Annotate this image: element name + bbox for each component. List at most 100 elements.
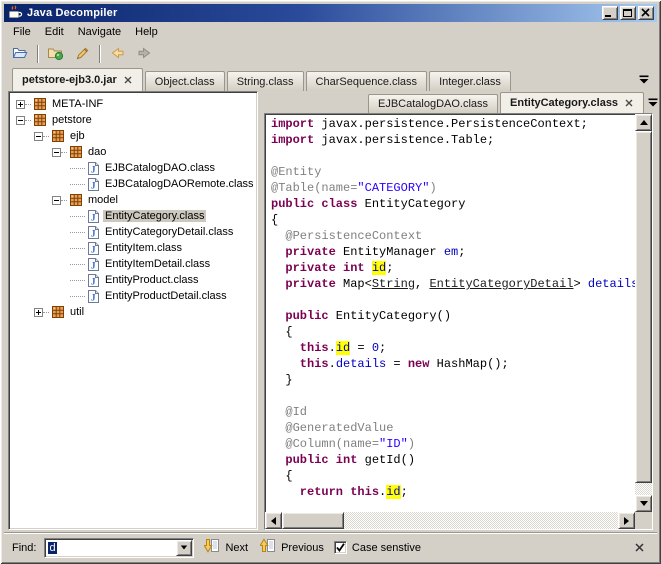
find-label: Find: — [12, 542, 36, 554]
tree-item[interactable]: JEntityProduct.class — [10, 272, 256, 288]
back-icon — [109, 45, 127, 64]
find-next-button[interactable]: Next — [202, 536, 250, 559]
code-line: import javax.persistence.PersistenceCont… — [271, 116, 635, 132]
menu-bar: FileEditNavigateHelp — [4, 22, 657, 41]
forward-button[interactable] — [131, 42, 157, 66]
tree-item[interactable]: JEntityCategory.class — [10, 208, 256, 224]
scroll-down-button[interactable] — [635, 495, 652, 512]
package-tree-panel: META-INF petstore ejb daoJEJBCatalogDAO.cla… — [8, 91, 258, 530]
code-line: private int id; — [271, 260, 635, 276]
jar-tab[interactable]: Object.class — [145, 71, 225, 91]
find-input[interactable]: d — [44, 538, 194, 558]
back-button[interactable] — [105, 42, 131, 66]
code-line: private EntityManager em; — [271, 244, 635, 260]
tree-item[interactable]: JEntityCategoryDetail.class — [10, 224, 256, 240]
tab-label: EJBCatalogDAO.class — [378, 98, 488, 110]
find-history-dropdown-icon[interactable] — [176, 540, 192, 556]
tab-list-dropdown-icon[interactable] — [637, 73, 651, 86]
expand-icon[interactable] — [34, 308, 43, 317]
horizontal-scrollbar-track[interactable] — [282, 512, 618, 529]
horizontal-scrollbar-thumb[interactable] — [282, 512, 344, 529]
toolbar-separator — [37, 45, 39, 63]
menu-file[interactable]: File — [6, 24, 38, 40]
open-file-button[interactable] — [7, 42, 33, 66]
open-type-button[interactable] — [43, 42, 69, 66]
tree-connector — [61, 152, 67, 153]
class-tab[interactable]: EntityCategory.class — [500, 92, 644, 113]
find-bar-close-icon[interactable] — [632, 540, 647, 555]
source-code-view: import javax.persistence.PersistenceCont… — [265, 114, 635, 512]
tree-item-label: EntityProductDetail.class — [103, 290, 229, 302]
menu-help[interactable]: Help — [128, 24, 165, 40]
tree-connector — [70, 280, 85, 281]
expand-icon[interactable] — [16, 100, 25, 109]
tree-item-label: EntityItem.class — [103, 242, 184, 254]
class-tab-dropdown-icon[interactable] — [646, 96, 660, 109]
window-title: Java Decompiler — [27, 7, 602, 19]
jar-tab[interactable]: petstore-ejb3.0.jar — [12, 68, 143, 91]
scroll-right-button[interactable] — [618, 512, 635, 529]
collapse-icon[interactable] — [52, 196, 61, 205]
find-value: d — [45, 542, 176, 554]
tree-item[interactable]: JEJBCatalogDAORemote.class — [10, 176, 256, 192]
tree-item[interactable]: petstore — [10, 112, 256, 128]
svg-text:J: J — [91, 260, 96, 270]
jar-tab[interactable]: Integer.class — [429, 71, 511, 91]
code-line: { — [271, 468, 635, 484]
menu-edit[interactable]: Edit — [38, 24, 71, 40]
find-previous-button[interactable]: Previous — [258, 536, 326, 559]
type-link[interactable]: EntityCategoryDetail — [429, 277, 573, 291]
vertical-scrollbar-thumb[interactable] — [635, 131, 652, 483]
class-file-icon: J — [87, 241, 100, 256]
close-button[interactable] — [638, 6, 654, 20]
tree-item-label: petstore — [50, 114, 94, 126]
save-source-button[interactable] — [69, 42, 95, 66]
svg-text:J: J — [91, 164, 96, 174]
minimize-button[interactable] — [602, 6, 618, 20]
package-icon — [69, 145, 83, 159]
tree-connector — [61, 200, 67, 201]
menu-navigate[interactable]: Navigate — [71, 24, 128, 40]
tree-item[interactable]: model — [10, 192, 256, 208]
tree-connector — [70, 248, 85, 249]
case-sensitive-checkbox[interactable] — [334, 541, 347, 554]
scroll-left-button[interactable] — [265, 512, 282, 529]
scroll-up-button[interactable] — [635, 114, 652, 131]
code-line: @Entity — [271, 164, 635, 180]
collapse-icon[interactable] — [34, 132, 43, 141]
tree-item[interactable]: J EntityItem.class — [10, 240, 256, 256]
jar-tab[interactable]: String.class — [227, 71, 304, 91]
code-line: { — [271, 324, 635, 340]
collapse-icon[interactable] — [52, 148, 61, 157]
search-highlight: id — [372, 261, 386, 275]
tab-close-icon[interactable] — [624, 98, 634, 108]
tree-connector — [70, 168, 85, 169]
tree-item-label: ejb — [68, 130, 87, 142]
tree-item[interactable]: JEntityProductDetail.class — [10, 288, 256, 304]
collapse-icon[interactable] — [16, 116, 25, 125]
tab-close-icon[interactable] — [123, 75, 133, 85]
tree-item[interactable]: META-INF — [10, 96, 256, 112]
title-bar[interactable]: Java Decompiler — [4, 4, 657, 22]
tree-item[interactable]: util — [10, 304, 256, 320]
type-link[interactable]: String — [372, 277, 415, 291]
case-sensitive-label: Case senstive — [352, 542, 421, 554]
open-file-icon — [11, 45, 29, 64]
maximize-button[interactable] — [620, 6, 636, 20]
app-coffee-icon — [7, 5, 23, 21]
svg-text:J: J — [91, 244, 96, 254]
jar-tab[interactable]: CharSequence.class — [306, 71, 428, 91]
tab-label: petstore-ejb3.0.jar — [22, 74, 117, 86]
tree-item[interactable]: JEntityItemDetail.class — [10, 256, 256, 272]
code-line: @Id — [271, 404, 635, 420]
tree-item[interactable]: ejb — [10, 128, 256, 144]
tree-item[interactable]: dao — [10, 144, 256, 160]
vertical-scrollbar-track[interactable] — [635, 131, 652, 495]
svg-text:J: J — [91, 276, 96, 286]
package-icon — [69, 193, 83, 207]
class-tab[interactable]: EJBCatalogDAO.class — [368, 94, 498, 113]
tree-item-label: EJBCatalogDAORemote.class — [103, 178, 256, 190]
code-line: return this.id; — [271, 484, 635, 500]
tree-item[interactable]: JEJBCatalogDAO.class — [10, 160, 256, 176]
class-file-icon: J — [87, 257, 100, 272]
